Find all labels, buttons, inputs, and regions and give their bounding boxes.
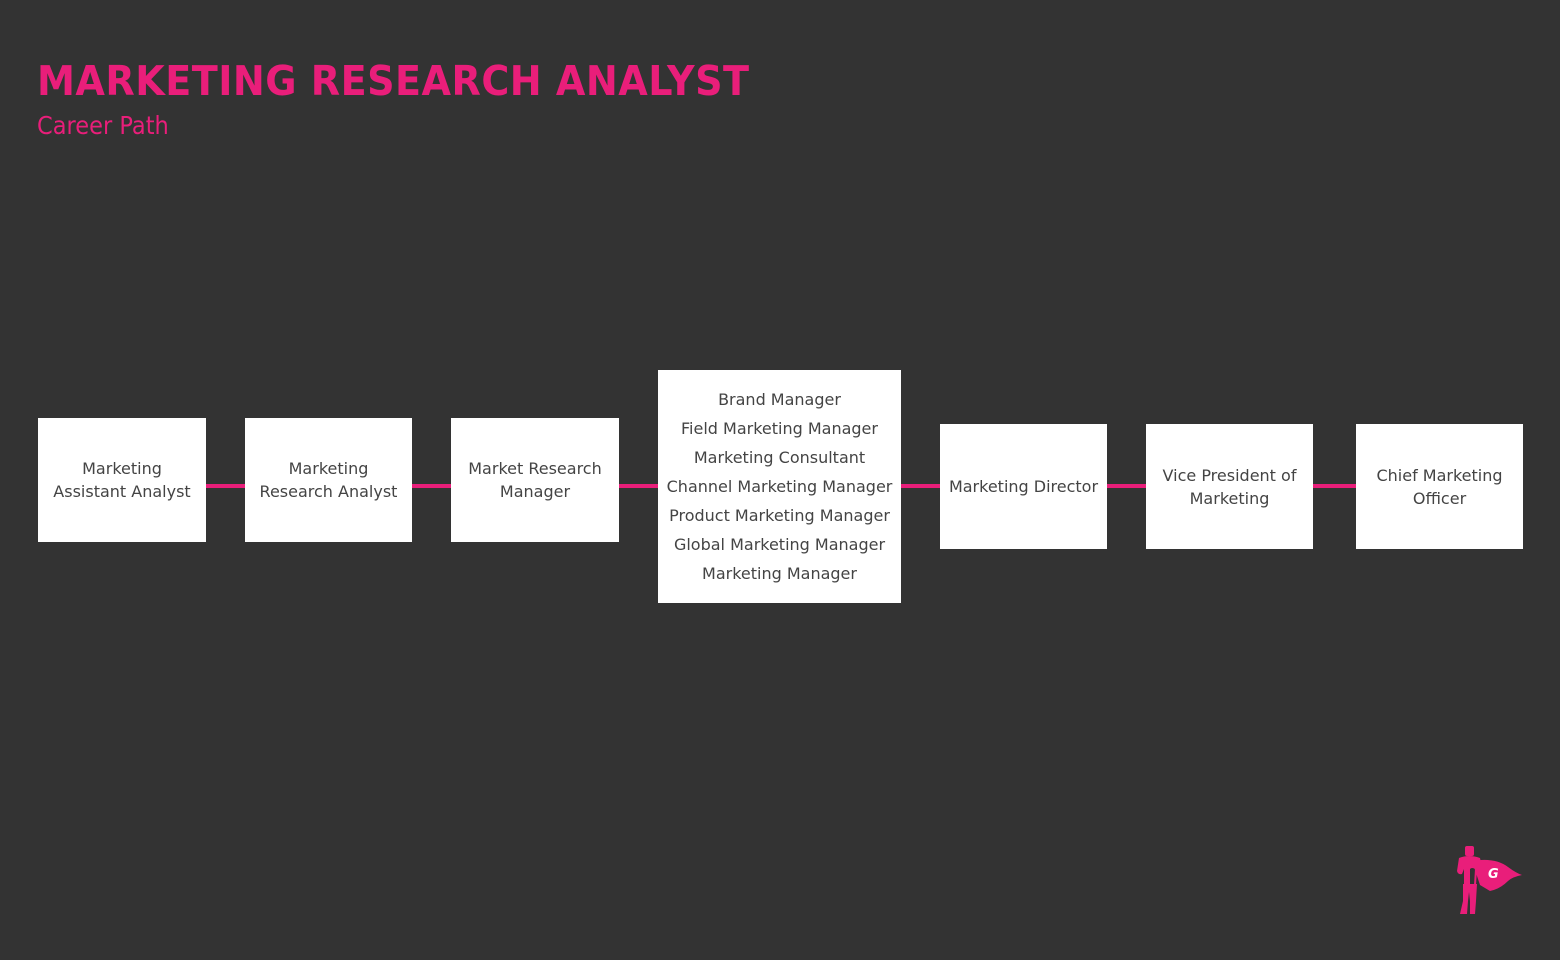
career-step-marketing-director: Marketing Director [940,424,1107,549]
career-step-label: Brand Manager [718,390,841,409]
career-step-manager-options: Brand Manager Field Marketing Manager Ma… [658,370,901,603]
career-step-marketing-research-analyst: Marketing Research Analyst [245,418,412,542]
career-step-label: Marketing [1189,488,1270,508]
career-step-label: Vice President of [1162,465,1297,485]
career-step-marketing-assistant-analyst: Marketing Assistant Analyst [38,418,206,542]
career-step-label: Marketing Director [948,477,1099,496]
career-step-market-research-manager: Market Research Manager [451,418,619,542]
connector-line [1313,484,1356,488]
career-step-label: Marketing Consultant [693,448,866,467]
logo-letter: G [1488,867,1499,882]
page-title: MARKETING RESEARCH ANALYST [37,57,750,105]
career-step-label: Manager [499,482,571,501]
superhero-logo-icon: G [1457,846,1522,914]
career-step-label: Assistant Analyst [53,482,191,501]
career-step-label: Product Marketing Manager [669,506,890,525]
connector-line [206,484,245,488]
career-step-label: Marketing [288,459,369,478]
career-step-label: Channel Marketing Manager [666,477,893,496]
career-step-label: Market Research [468,459,602,478]
career-step-vp-marketing: Vice President of Marketing [1146,424,1313,549]
career-step-label: Marketing [82,459,162,478]
connector-line [1107,484,1146,488]
career-step-label: Marketing Manager [702,564,857,583]
career-step-label: Field Marketing Manager [681,419,878,438]
connector-line [412,484,451,488]
page-subtitle: Career Path [37,111,169,140]
connector-line [901,484,940,488]
career-step-label: Research Analyst [259,482,398,501]
career-step-chief-marketing-officer: Chief Marketing Officer [1356,424,1523,549]
career-step-label: Officer [1412,488,1467,508]
career-step-label: Global Marketing Manager [673,535,886,554]
career-step-label: Chief Marketing [1376,465,1503,485]
connector-line [619,484,658,488]
